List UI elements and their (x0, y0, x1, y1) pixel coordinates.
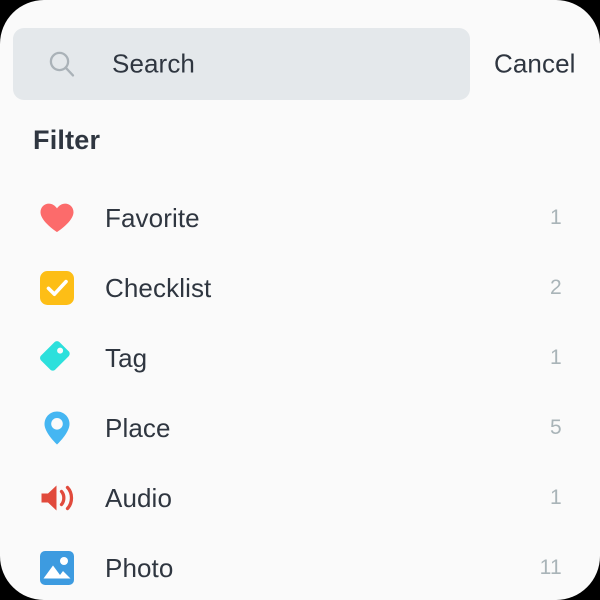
map-pin-icon (33, 404, 81, 452)
filter-label: Checklist (105, 272, 212, 303)
checkbox-icon (33, 264, 81, 312)
screen: Search Cancel Filter Favorite 1 Checklis… (0, 0, 600, 600)
filter-label: Audio (105, 482, 172, 513)
filter-label: Tag (105, 342, 148, 373)
filter-count: 1 (550, 206, 562, 229)
audio-icon (33, 474, 81, 522)
filter-count: 2 (550, 276, 562, 299)
search-input-text[interactable]: Search (112, 49, 195, 80)
filter-panel-card: Search Cancel Filter Favorite 1 Checklis… (0, 0, 600, 600)
filter-count: 1 (550, 486, 562, 509)
search-field[interactable]: Search (13, 28, 470, 100)
filter-count: 5 (550, 416, 562, 439)
cancel-button[interactable]: Cancel (494, 49, 576, 80)
tag-icon (33, 334, 81, 382)
heart-icon (33, 194, 81, 242)
search-icon (47, 49, 77, 79)
filter-label: Photo (105, 552, 174, 583)
filter-list: Favorite 1 Checklist 2 Tag 1 Place 5 Aud… (0, 183, 600, 600)
filter-row-checklist[interactable]: Checklist 2 (0, 253, 600, 323)
filter-label: Place (105, 412, 171, 443)
filter-label: Favorite (105, 202, 200, 233)
page-title: Filter (33, 125, 101, 155)
filter-row-photo[interactable]: Photo 11 (0, 533, 600, 600)
filter-count: 11 (539, 556, 562, 579)
filter-row-audio[interactable]: Audio 1 (0, 463, 600, 533)
filter-row-favorite[interactable]: Favorite 1 (0, 183, 600, 253)
filter-row-place[interactable]: Place 5 (0, 393, 600, 463)
photo-icon (33, 544, 81, 592)
search-bar: Search Cancel (0, 28, 600, 100)
filter-count: 1 (550, 346, 562, 369)
filter-row-tag[interactable]: Tag 1 (0, 323, 600, 393)
